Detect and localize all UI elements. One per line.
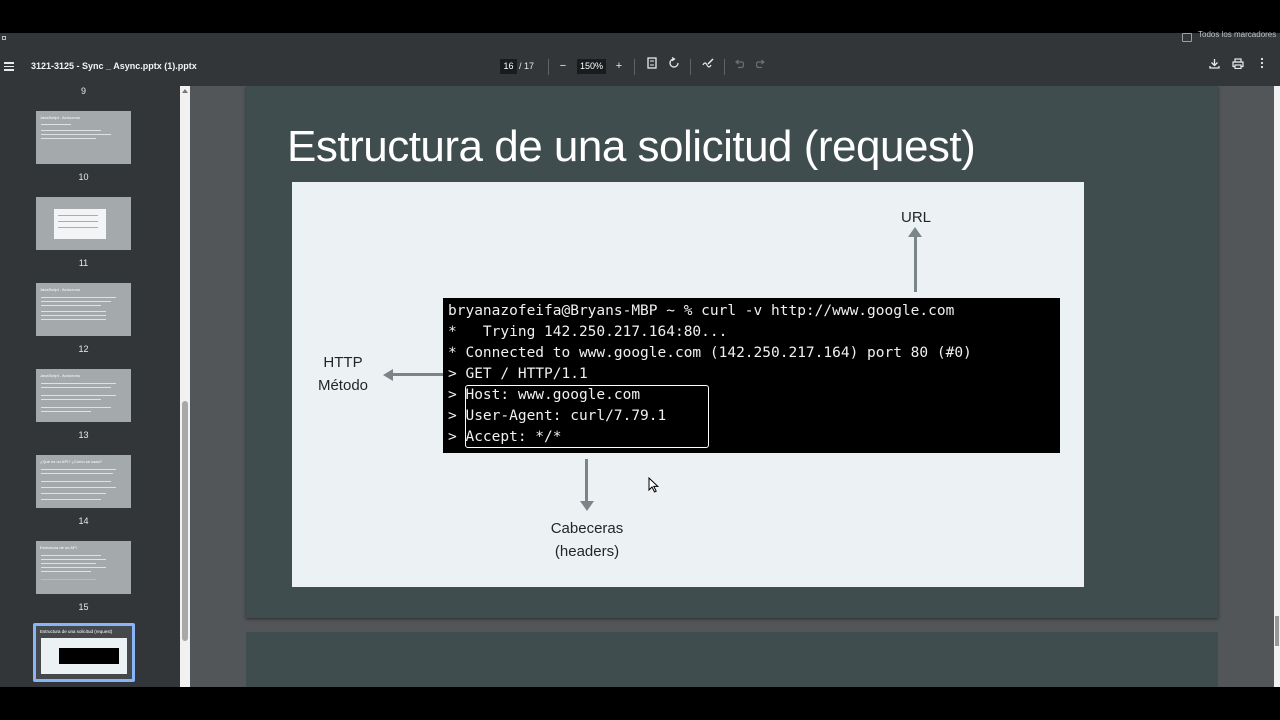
viewer-scroll-thumb[interactable]: [1275, 616, 1279, 646]
thumbnail-number: 14: [78, 516, 89, 526]
diagram-panel: URL HTTP Método bryanazofeifa@Bryans-MBP…: [292, 182, 1084, 587]
arrow-down-icon: [580, 501, 594, 511]
screen-top-bar: [0, 0, 1280, 33]
zoom-input[interactable]: 150%: [577, 59, 606, 74]
terminal-line: * Connected to www.google.com (142.250.2…: [448, 345, 972, 361]
zoom-out-button[interactable]: −: [554, 57, 572, 75]
undo-icon[interactable]: [730, 57, 748, 75]
thumbnail-sidebar: 9 JavaScript - Asíncrono 10 11 JavaScrip…: [0, 86, 180, 687]
page-number-input[interactable]: 16: [500, 59, 517, 74]
arrow-shaft: [391, 373, 446, 376]
method-label: Método: [317, 377, 369, 394]
screen-bottom-bar: [0, 687, 1280, 720]
all-bookmarks-label[interactable]: Todos los marcadores: [1198, 30, 1276, 39]
document-title: 3121-3125 - Sync _ Async.pptx (1).pptx: [31, 61, 197, 71]
thumbnail-number: 12: [78, 344, 89, 354]
thumbnail-slide-16-active[interactable]: Estructura de una solicitud (request): [33, 623, 135, 682]
thumbnail-number: 9: [80, 86, 86, 96]
thumbnail-title: JavaScript - Asíncrono: [40, 115, 81, 120]
print-icon[interactable]: [1229, 57, 1247, 75]
thumbnail-slide-11[interactable]: [36, 197, 131, 250]
menu-icon[interactable]: [4, 60, 14, 74]
pdf-toolbar: 3121-3125 - Sync _ Async.pptx (1).pptx 1…: [0, 48, 1280, 86]
sidebar-scrollbar[interactable]: [180, 86, 190, 687]
thumbnail-title: JavaScript - Asíncrono: [40, 373, 81, 378]
thumbnail-number: 10: [78, 172, 89, 182]
pdf-viewer: Estructura de una solicitud (request) UR…: [190, 86, 1274, 687]
annotate-pen-icon[interactable]: [699, 57, 717, 75]
thumbnail-number: 15: [78, 602, 89, 612]
headers-sublabel: (headers): [554, 543, 620, 560]
thumbnail-title: Estructura de una solicitud (request): [40, 629, 113, 634]
headers-label: Cabeceras: [550, 520, 624, 537]
thumbnail-slide-12[interactable]: JavaScript - Asíncrono: [36, 283, 131, 336]
thumbnail-number: 13: [78, 430, 89, 440]
terminal-line: > GET / HTTP/1.1: [448, 366, 588, 382]
headers-highlight-box: [465, 385, 709, 448]
folder-icon[interactable]: [1182, 33, 1192, 42]
zoom-in-button[interactable]: +: [610, 57, 628, 75]
toolbar-divider: [548, 59, 549, 75]
thumbnail-number: 11: [78, 258, 89, 268]
page-total: / 17: [519, 61, 535, 71]
toolbar-divider: [634, 59, 635, 75]
url-label: URL: [900, 209, 931, 226]
thumbnail-slide-15[interactable]: Estructura de un API: [36, 541, 131, 594]
scroll-up-icon[interactable]: [182, 89, 188, 93]
thumbnail-slide-13[interactable]: JavaScript - Asíncrono: [36, 369, 131, 422]
slide-title: Estructura de una solicitud (request): [287, 122, 976, 171]
thumbnail-title: Estructura de un API: [40, 545, 77, 550]
arrow-shaft: [914, 236, 917, 292]
more-options-icon[interactable]: [1253, 57, 1271, 75]
arrow-shaft: [585, 459, 588, 503]
thumbnail-slide-14[interactable]: ¿Qué es un API? ¿Cómo se usan?: [36, 455, 131, 508]
bookmark-icon[interactable]: [2, 36, 6, 40]
fit-page-icon[interactable]: [643, 57, 661, 75]
slide-16: Estructura de una solicitud (request) UR…: [246, 86, 1218, 618]
terminal-line: * Trying 142.250.217.164:80...: [448, 324, 728, 340]
rotate-icon[interactable]: [665, 56, 683, 75]
slide-17: [246, 632, 1218, 687]
redo-icon[interactable]: [752, 57, 770, 75]
thumbnail-title: ¿Qué es un API? ¿Cómo se usan?: [40, 459, 103, 464]
http-label: HTTP: [323, 354, 363, 371]
mouse-pointer-icon: [648, 477, 660, 493]
terminal-line: bryanazofeifa@Bryans-MBP ~ % curl -v htt…: [448, 303, 955, 319]
viewer-scrollbar[interactable]: [1274, 86, 1280, 687]
thumbnail-title: JavaScript - Asíncrono: [40, 287, 81, 292]
toolbar-divider: [724, 59, 725, 75]
download-icon[interactable]: [1205, 57, 1223, 75]
thumbnail-slide-10[interactable]: JavaScript - Asíncrono: [36, 111, 131, 164]
bookmarks-bar: Todos los marcadores: [0, 30, 1280, 48]
toolbar-divider: [690, 59, 691, 75]
sidebar-scroll-thumb[interactable]: [182, 401, 188, 641]
